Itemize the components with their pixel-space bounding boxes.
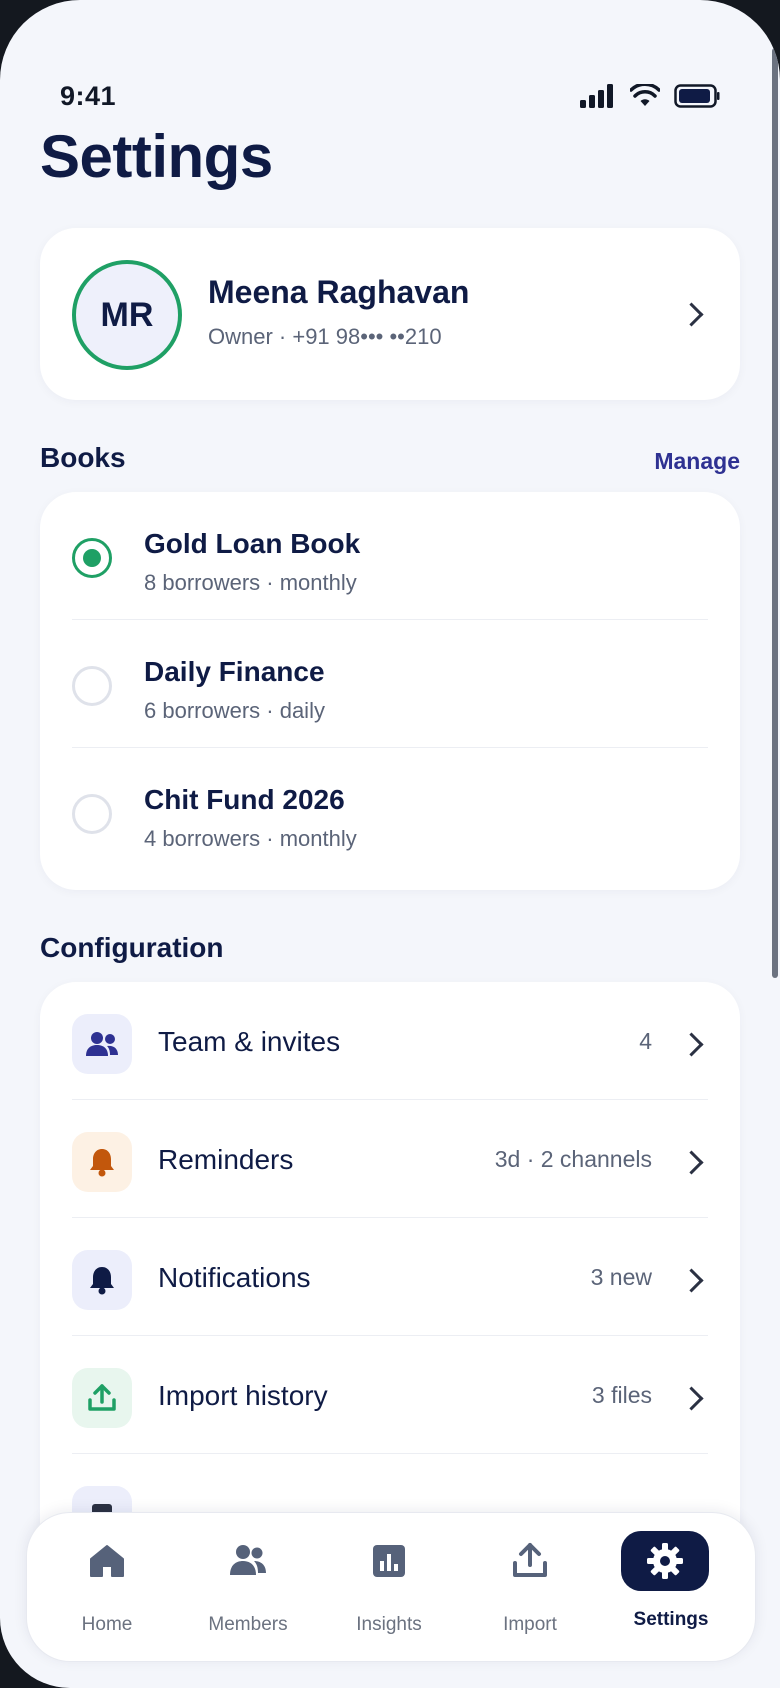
scrollbar[interactable]	[772, 48, 778, 978]
configuration-section-title: Configuration	[40, 932, 224, 963]
config-item-team-invites[interactable]: Team & invites 4	[40, 982, 740, 1100]
tab-label: Home	[81, 1614, 133, 1635]
chevron-right-icon	[679, 1032, 704, 1057]
book-meta: 6 borrowers · daily	[144, 698, 325, 723]
tab-label: Members	[208, 1614, 288, 1635]
upload-icon	[72, 1368, 132, 1428]
chevron-right-icon	[679, 1386, 704, 1411]
book-item-gold-loan[interactable]: Gold Loan Book 8 borrowers · monthly	[40, 492, 740, 620]
signal-icon	[580, 84, 613, 108]
tab-label: Settings	[633, 1609, 709, 1630]
book-name: Daily Finance	[144, 656, 325, 687]
tab-label: Insights	[356, 1614, 422, 1635]
device-frame: 9:41 Settings MR Meena Raghavan Owner · …	[0, 0, 780, 1688]
books-card: Gold Loan Book 8 borrowers · monthly Dai…	[40, 492, 740, 890]
radio-selected-icon[interactable]	[72, 538, 112, 578]
settings-screen: 9:41 Settings MR Meena Raghavan Owner · …	[0, 0, 780, 1688]
config-value: 3 files	[591, 1382, 652, 1408]
battery-icon	[674, 84, 720, 108]
configuration-card: Team & invites 4 Reminders 3d · 2 channe…	[40, 982, 740, 1602]
team-icon	[72, 1014, 132, 1074]
config-label: Reminders	[158, 1144, 294, 1175]
notification-bell-icon	[72, 1250, 132, 1310]
status-bar: 9:41	[60, 78, 720, 114]
bell-icon	[72, 1132, 132, 1192]
config-value: 3d · 2 channels	[494, 1146, 652, 1172]
profile-subtitle: Owner · +91 98••• ••210	[208, 324, 442, 349]
config-value: 3 new	[590, 1264, 652, 1290]
config-item-reminders[interactable]: Reminders 3d · 2 channels	[40, 1100, 740, 1218]
status-time: 9:41	[60, 80, 117, 111]
book-name: Gold Loan Book	[144, 528, 361, 559]
chevron-right-icon	[679, 1268, 704, 1293]
avatar: MR	[72, 260, 182, 370]
manage-books-link[interactable]: Manage	[654, 448, 740, 475]
bottom-tab-bar: Home Members Insights Import Settings	[26, 1512, 756, 1662]
tab-members[interactable]: Members	[178, 1541, 318, 1651]
active-tab-indicator	[621, 1531, 709, 1591]
radio-unselected-icon[interactable]	[72, 794, 112, 834]
tab-home[interactable]: Home	[37, 1541, 177, 1651]
chart-icon	[373, 1545, 405, 1577]
upload-icon	[513, 1543, 547, 1577]
config-label: Team & invites	[158, 1026, 341, 1057]
books-section-title: Books	[40, 442, 126, 473]
config-item-notifications[interactable]: Notifications 3 new	[40, 1218, 740, 1336]
book-meta: 8 borrowers · monthly	[144, 570, 357, 595]
profile-card[interactable]: MR Meena Raghavan Owner · +91 98••• ••21…	[40, 228, 740, 400]
config-value: 4	[639, 1028, 652, 1054]
book-item-chit-fund[interactable]: Chit Fund 2026 4 borrowers · monthly	[40, 748, 740, 876]
page-title: Settings	[40, 123, 273, 190]
book-name: Chit Fund 2026	[144, 784, 345, 815]
chevron-right-icon	[679, 1150, 704, 1175]
tab-import[interactable]: Import	[460, 1541, 600, 1651]
gear-icon	[647, 1543, 683, 1579]
config-label: Import history	[158, 1380, 328, 1411]
book-meta: 4 borrowers · monthly	[144, 826, 357, 851]
status-icons	[580, 84, 720, 108]
config-label: Notifications	[158, 1262, 311, 1293]
members-icon	[230, 1545, 266, 1575]
tab-settings[interactable]: Settings	[601, 1531, 741, 1651]
profile-name: Meena Raghavan	[208, 274, 470, 310]
book-item-daily-finance[interactable]: Daily Finance 6 borrowers · daily	[40, 620, 740, 748]
chevron-right-icon	[679, 302, 704, 327]
radio-unselected-icon[interactable]	[72, 666, 112, 706]
tab-insights[interactable]: Insights	[319, 1541, 459, 1651]
home-icon	[90, 1545, 124, 1577]
wifi-icon	[630, 84, 660, 106]
config-item-import-history[interactable]: Import history 3 files	[40, 1336, 740, 1454]
tab-label: Import	[503, 1614, 557, 1635]
